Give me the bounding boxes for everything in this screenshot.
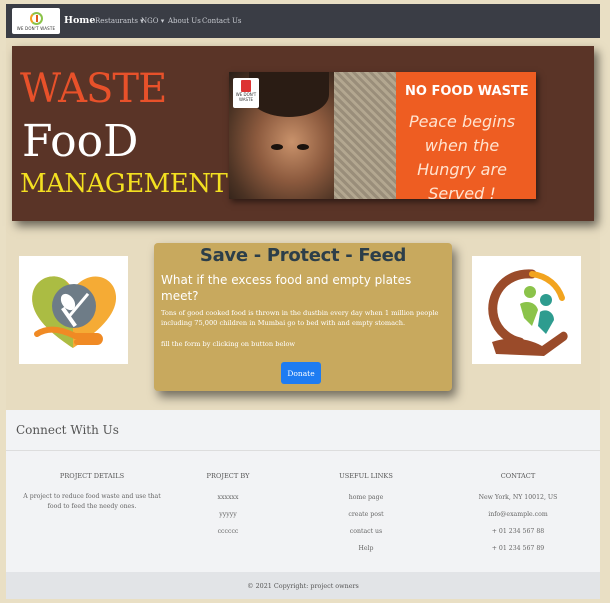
nav-restaurants-label: Restaurants [95, 17, 138, 25]
hero-title-waste: WASTE [20, 66, 167, 112]
project-by-item: yyyyy [219, 511, 237, 518]
heart-spoon-fork-icon [19, 256, 128, 364]
contact-phone: + 01 234 567 89 [491, 545, 545, 552]
nav-ngo-label: NGO [141, 17, 159, 25]
project-by-item: xxxxxx [217, 494, 239, 501]
navbar: WE DON'T WASTE Home Restaurants ▾ NGO ▾ … [6, 4, 600, 38]
copyright-bar: © 2021 Copyright: project owners [6, 572, 600, 599]
project-details-text: A project to reduce food waste and use t… [23, 493, 161, 510]
copyright-text: © 2021 Copyright: project owners [247, 582, 359, 590]
project-details-title: PROJECT DETAILS [59, 472, 125, 480]
banner-quote: Peace begins when the Hungry are Served … [408, 112, 516, 199]
trash-can-icon [241, 80, 251, 92]
footer-link-create-post[interactable]: create post [316, 511, 416, 518]
divider [6, 450, 600, 451]
banner-title: NO FOOD WASTE [405, 84, 529, 99]
footer-link-help[interactable]: Help [316, 545, 416, 552]
hands-people-icon [472, 256, 581, 364]
donate-button[interactable]: Donate [281, 362, 321, 384]
nav-contact[interactable]: Contact Us [202, 17, 242, 25]
footer-link-home[interactable]: home page [316, 494, 416, 501]
project-by-title: PROJECT BY [206, 472, 250, 480]
waste-bin-badge: WE DON'T WASTE [233, 78, 259, 108]
info-card: Save - Protect - Feed What if the excess… [154, 243, 452, 391]
footer: Connect With Us PROJECT DETAILS A projec… [6, 410, 600, 572]
useful-links-title: USEFUL LINKS [339, 472, 393, 480]
hair-shape [249, 72, 329, 117]
no-food-waste-image: WE DON'T WASTE NO FOOD WASTE Peace begin… [229, 72, 536, 199]
child-photo: WE DON'T WASTE [229, 72, 334, 199]
caret-down-icon: ▾ [160, 17, 165, 25]
brand-text: WE DON'T WASTE [16, 25, 56, 31]
footer-link-contact[interactable]: contact us [316, 528, 416, 535]
contact-phone: + 01 234 567 88 [491, 528, 545, 535]
connect-heading: Connect With Us [16, 423, 119, 437]
wall-texture [334, 72, 396, 199]
eye-shape [271, 144, 283, 150]
nav-restaurants-dropdown[interactable]: Restaurants ▾ [95, 17, 144, 25]
nav-ngo-dropdown[interactable]: NGO ▾ [141, 17, 164, 25]
eye-shape [297, 144, 309, 150]
nav-about[interactable]: About Us [168, 17, 201, 25]
spoon-logo-icon [29, 11, 43, 25]
brand-logo[interactable]: WE DON'T WASTE [12, 8, 60, 34]
project-by-item: cccccc [217, 528, 239, 535]
card-title: Save - Protect - Feed [199, 245, 407, 266]
card-body: Tons of good cooked food is thrown in th… [161, 309, 439, 327]
hero-title-management: MANAGEMENT [20, 169, 228, 199]
contact-title: CONTACT [500, 472, 536, 480]
contact-email[interactable]: info@example.com [458, 511, 578, 518]
card-question: What if the excess food and empty plates… [161, 273, 412, 303]
bin-badge-text: WE DON'T WASTE [235, 92, 257, 102]
contact-address: New York, NY 10012, US [478, 494, 558, 501]
card-note: fill the form by clicking on button belo… [161, 340, 296, 348]
page: WE DON'T WASTE Home Restaurants ▾ NGO ▾ … [6, 4, 600, 599]
hero-title-food: FooD [22, 116, 139, 167]
nav-home[interactable]: Home [64, 15, 95, 26]
hero-banner: WASTE FooD MANAGEMENT WE DON'T WASTE NO … [12, 46, 594, 221]
